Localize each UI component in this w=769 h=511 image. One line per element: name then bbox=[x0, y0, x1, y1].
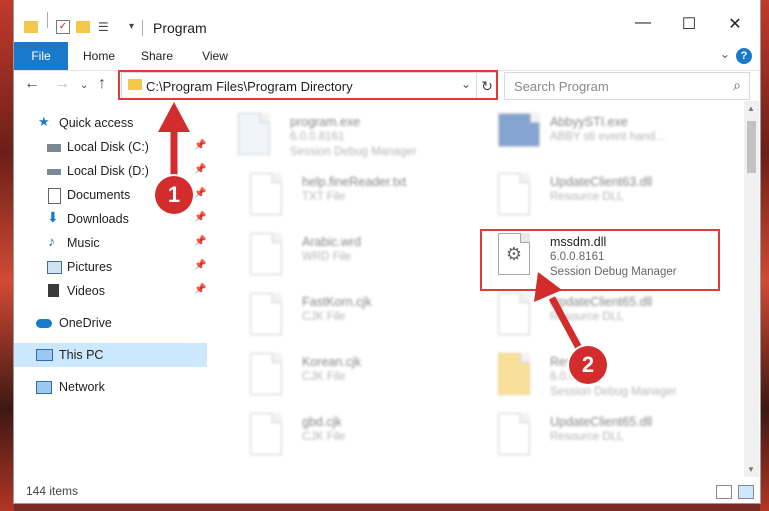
arrow-1-icon bbox=[158, 102, 190, 178]
arrow-2-icon bbox=[534, 272, 584, 352]
callout-2: 2 bbox=[569, 346, 607, 384]
callout-1: 1 bbox=[155, 176, 193, 214]
annotation-overlay bbox=[158, 102, 584, 352]
